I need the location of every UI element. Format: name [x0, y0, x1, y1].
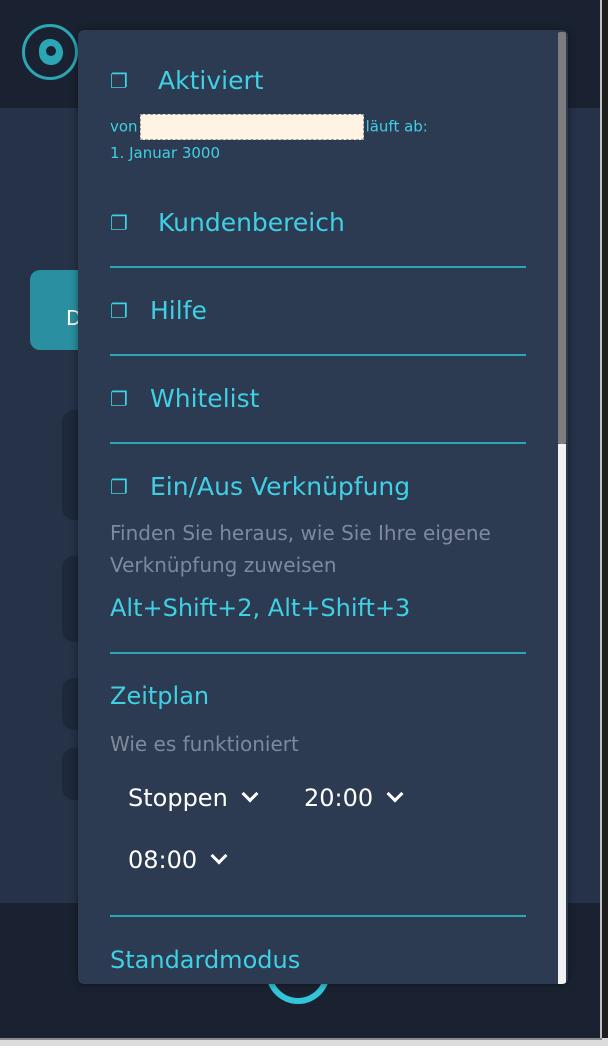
window-border	[0, 1038, 602, 1040]
divider	[110, 652, 526, 654]
divider	[110, 266, 526, 268]
scrollbar-thumb[interactable]	[558, 32, 566, 444]
schedule-start-time-value: 20:00	[304, 784, 374, 812]
menu-item-help[interactable]: ❐ Hilfe	[110, 296, 207, 325]
extension-popup-menu: ❐ Aktiviert von läuft ab: 1. Januar 3000 …	[78, 30, 568, 984]
external-link-icon: ❐	[110, 474, 128, 499]
divider	[110, 354, 526, 356]
license-expiry: 1. Januar 3000	[110, 144, 221, 162]
menu-item-customer-area[interactable]: ❐ Kundenbereich	[110, 208, 345, 237]
eye-logo-icon[interactable]	[22, 24, 78, 80]
external-link-icon: ❐	[110, 298, 128, 323]
menu-item-label: Kundenbereich	[158, 208, 345, 237]
schedule-end-time-value: 08:00	[128, 846, 198, 874]
shortcut-keys: Alt+Shift+2, Alt+Shift+3	[110, 594, 411, 622]
menu-item-toggle-shortcut[interactable]: ❐ Ein/Aus Verknüpfung	[110, 472, 410, 501]
schedule-mode-value: Stoppen	[128, 784, 228, 812]
chevron-down-icon	[241, 785, 259, 803]
external-link-icon: ❐	[110, 210, 128, 235]
menu-item-label: Hilfe	[150, 296, 207, 325]
schedule-end-time-select[interactable]: 08:00	[128, 846, 228, 874]
license-info: von läuft ab:	[110, 114, 428, 140]
divider	[110, 442, 526, 444]
license-suffix: läuft ab:	[365, 117, 428, 136]
schedule-heading: Zeitplan	[110, 682, 210, 710]
menu-item-activated[interactable]: ❐ Aktiviert	[110, 66, 264, 95]
menu-item-label: Aktiviert	[158, 66, 264, 95]
divider	[110, 915, 526, 917]
redacted-email	[139, 114, 364, 140]
menu-item-label: Whitelist	[150, 384, 260, 413]
chevron-down-icon	[386, 785, 404, 803]
external-link-icon: ❐	[110, 386, 128, 411]
external-link-icon: ❐	[110, 68, 128, 93]
schedule-start-time-select[interactable]: 20:00	[304, 784, 404, 812]
chevron-down-icon	[210, 847, 228, 865]
shortcut-help-link[interactable]: Finden Sie heraus, wie Sie Ihre eigene V…	[110, 517, 530, 581]
menu-item-whitelist[interactable]: ❐ Whitelist	[110, 384, 259, 413]
menu-item-label: Ein/Aus Verknüpfung	[150, 472, 411, 501]
license-prefix: von	[110, 117, 138, 136]
eye-pupil	[46, 46, 56, 56]
schedule-help-link[interactable]: Wie es funktioniert	[110, 728, 530, 760]
default-mode-heading[interactable]: Standardmodus	[110, 946, 300, 974]
scrollbar-track-lower[interactable]	[558, 444, 566, 984]
schedule-mode-select[interactable]: Stoppen	[128, 784, 259, 812]
window-border	[600, 0, 602, 1046]
